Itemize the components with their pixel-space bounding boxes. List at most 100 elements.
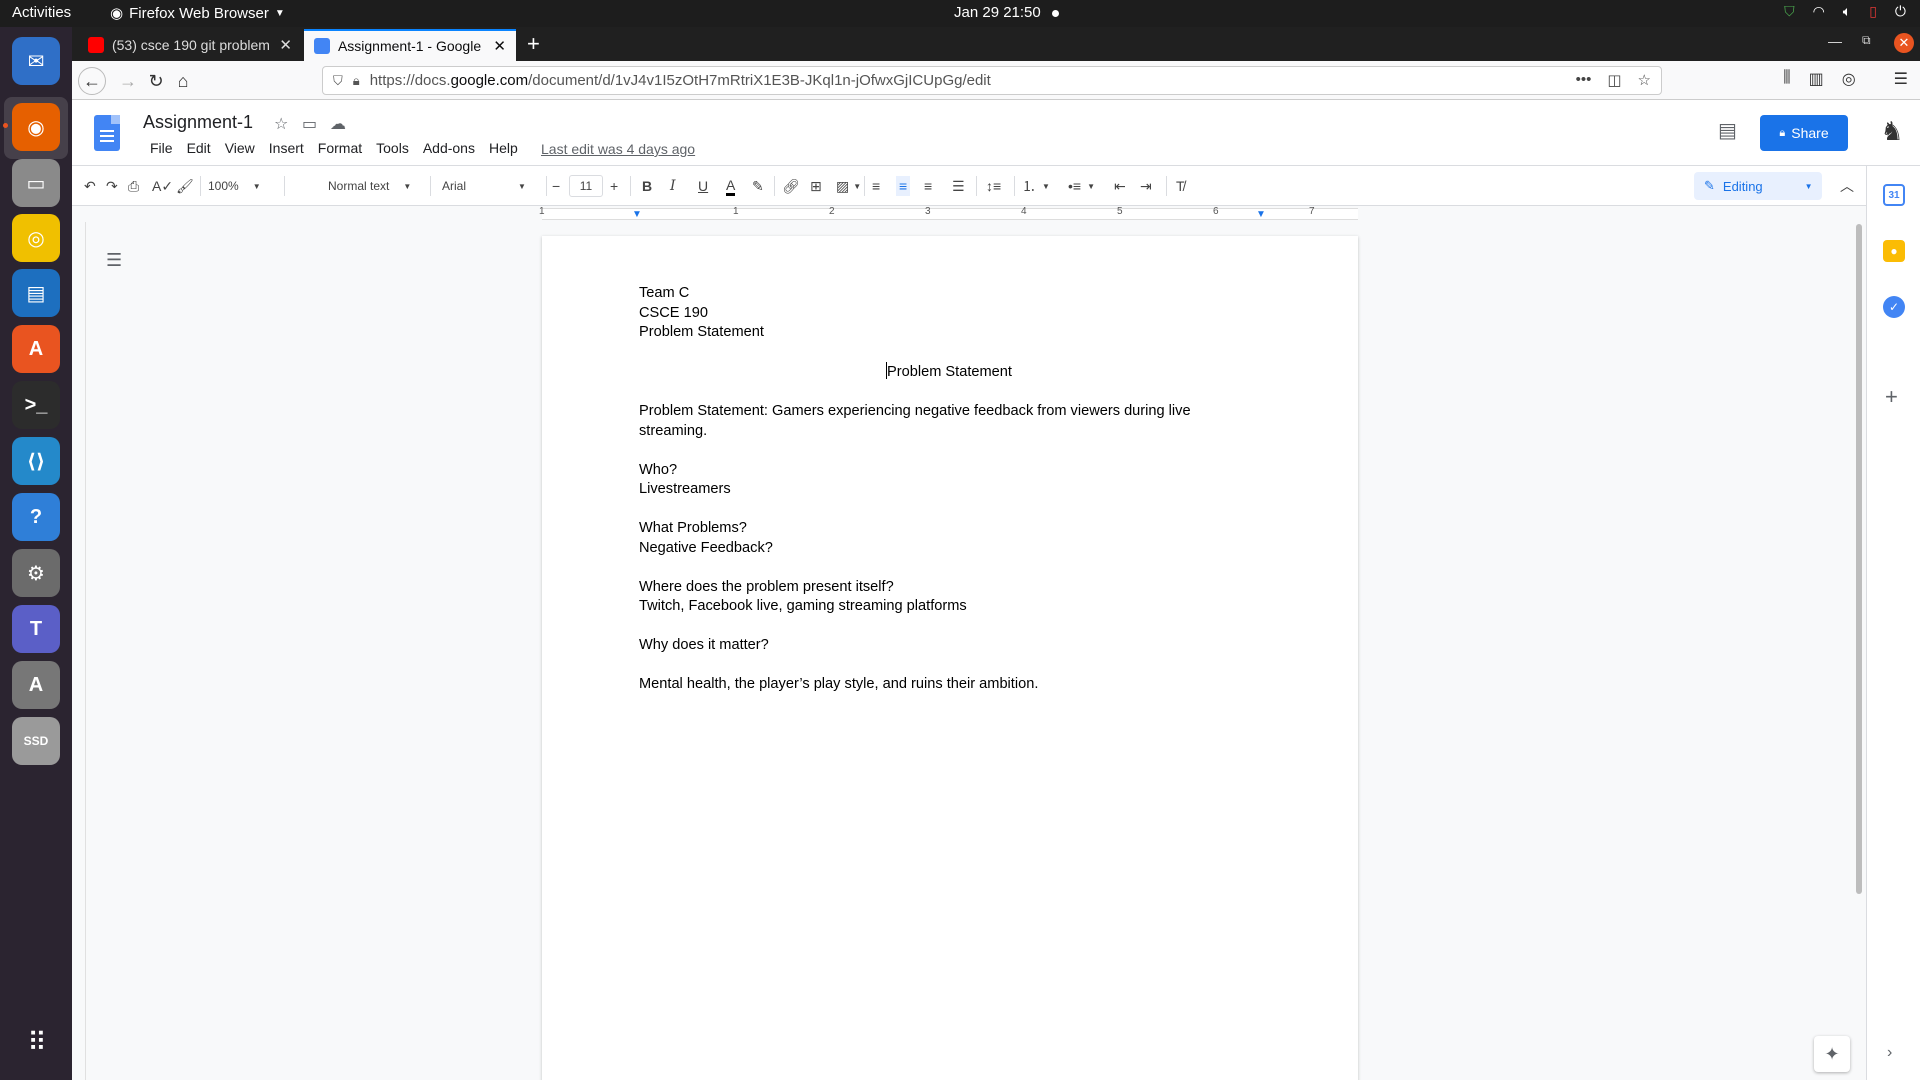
clock[interactable]: Jan 29 21:50 <box>954 4 1041 21</box>
battery-icon[interactable]: ▯ <box>1869 3 1877 20</box>
font-family-select[interactable]: Arial ▼ <box>442 176 542 196</box>
restore-button[interactable]: ⧉ <box>1862 33 1871 48</box>
paragraph-style-select[interactable]: Normal text ▼ <box>328 176 428 196</box>
minimize-button[interactable]: — <box>1828 33 1842 49</box>
paragraph-team[interactable]: Team C <box>639 284 1259 304</box>
docs-logo-icon[interactable] <box>94 115 120 151</box>
justify-icon[interactable]: ☰ <box>952 176 965 196</box>
paragraph-who-question[interactable]: Who? <box>639 461 1259 481</box>
horizontal-ruler[interactable]: 1 1 2 3 4 5 6 7 ▼ ▼ <box>72 206 1866 222</box>
paragraph-blank[interactable] <box>639 343 1259 363</box>
library-icon[interactable]: ⫼ <box>1783 69 1790 89</box>
wifi-icon[interactable]: ◠ <box>1813 3 1825 20</box>
text-color-icon[interactable]: A <box>726 176 736 196</box>
url-text[interactable]: https://docs.google.com/document/d/1vJ4v… <box>370 72 991 89</box>
menu-insert[interactable]: Insert <box>262 140 311 156</box>
tasks-icon[interactable]: ✓ <box>1883 296 1905 318</box>
activities-button[interactable]: Activities <box>12 4 71 21</box>
decrease-indent-icon[interactable]: ⇤ <box>1114 176 1126 196</box>
dock-item-libreoffice-writer[interactable]: ▤ <box>12 269 60 317</box>
bulleted-list-icon[interactable]: •≡ ▼ <box>1068 176 1095 196</box>
app-menu[interactable]: ◉ Firefox Web Browser ▼ <box>110 4 285 23</box>
new-tab-button[interactable]: + <box>527 33 540 55</box>
paragraph-what-answer[interactable]: Negative Feedback? <box>639 539 1259 559</box>
dock-item-help[interactable]: ? <box>12 493 60 541</box>
vertical-ruler[interactable] <box>72 222 86 1080</box>
paragraph-why-question[interactable]: Why does it matter? <box>639 636 1259 656</box>
paint-format-icon[interactable]: 🖌︎ <box>176 176 194 196</box>
document-title[interactable]: Assignment-1 <box>143 112 253 133</box>
collapse-panel-icon[interactable]: › <box>1887 1044 1892 1062</box>
paragraph-course[interactable]: CSCE 190 <box>639 304 1259 324</box>
menu-add-ons[interactable]: Add-ons <box>416 140 482 156</box>
avatar[interactable]: ♞ <box>1875 114 1909 148</box>
dock-item-microsoft-teams[interactable]: T <box>12 605 60 653</box>
get-add-ons-icon[interactable]: + <box>1885 384 1898 410</box>
explore-icon[interactable]: ✦ <box>1814 1036 1850 1072</box>
share-button[interactable]: 🔒︎ Share <box>1760 115 1848 151</box>
bold-icon[interactable]: B <box>642 176 652 196</box>
close-icon[interactable]: ✕ <box>493 37 506 55</box>
paragraph-what-question[interactable]: What Problems? <box>639 519 1259 539</box>
window-close-button[interactable]: ✕ <box>1894 33 1914 53</box>
star-icon[interactable]: ☆ <box>274 114 288 134</box>
editing-mode-select[interactable]: ✎ Editing ▼ <box>1694 172 1822 200</box>
paragraph-who-answer[interactable]: Livestreamers <box>639 480 1259 500</box>
italic-icon[interactable]: I <box>670 176 676 196</box>
add-comment-icon[interactable]: ⊞ <box>810 176 822 196</box>
increase-indent-icon[interactable]: ⇥ <box>1140 176 1152 196</box>
power-icon[interactable]: ⏻ <box>1895 3 1906 20</box>
comment-history-icon[interactable]: ▤ <box>1718 118 1737 143</box>
increase-font-size-icon[interactable]: + <box>610 176 618 196</box>
redo-icon[interactable]: ↷ <box>106 176 118 196</box>
paragraph-blank[interactable] <box>639 656 1259 676</box>
menu-icon[interactable]: ☰ <box>1894 69 1908 89</box>
font-size-input[interactable]: 11 <box>569 175 603 197</box>
paragraph-blank[interactable] <box>639 500 1259 520</box>
dock-item-terminal[interactable]: >_ <box>12 381 60 429</box>
document-body[interactable]: Team C CSCE 190 Problem Statement Proble… <box>639 284 1259 695</box>
print-icon[interactable]: ⎙ <box>128 176 139 196</box>
menu-format[interactable]: Format <box>311 140 369 156</box>
page-actions-icon[interactable]: ••• <box>1576 71 1592 89</box>
calendar-icon[interactable]: 31 <box>1883 184 1905 206</box>
decrease-font-size-icon[interactable]: − <box>552 176 560 196</box>
forward-button[interactable]: → <box>116 69 140 93</box>
lock-icon[interactable]: 🔒︎ <box>353 73 360 89</box>
insert-image-icon[interactable]: ▨ ▼ <box>836 176 861 196</box>
volume-icon[interactable]: 🔈︎ <box>1843 3 1851 20</box>
paragraph-blank[interactable] <box>639 617 1259 637</box>
undo-icon[interactable]: ↶ <box>84 176 96 196</box>
show-applications-icon[interactable]: ⠿ <box>22 1027 52 1057</box>
scrollbar[interactable] <box>1852 222 1866 1080</box>
sidebar-icon[interactable]: ▥ <box>1809 69 1824 89</box>
tab-youtube[interactable]: (53) csce 190 git problem ✕ <box>78 29 302 61</box>
system-tray[interactable]: ⛉ ◠ 🔈︎ ▯ ⏻ <box>1784 3 1906 20</box>
menu-edit[interactable]: Edit <box>180 140 218 156</box>
paragraph-blank[interactable] <box>639 441 1259 461</box>
keep-icon[interactable]: ● <box>1883 240 1905 262</box>
hide-menus-icon[interactable]: ︿ <box>1840 176 1854 196</box>
bookmark-star-icon[interactable]: ☆ <box>1638 71 1651 89</box>
menu-tools[interactable]: Tools <box>369 140 416 156</box>
clear-formatting-icon[interactable]: T̸ <box>1176 176 1185 196</box>
scrollbar-thumb[interactable] <box>1856 224 1862 894</box>
paragraph-blank[interactable] <box>639 558 1259 578</box>
paragraph-where-answer[interactable]: Twitch, Facebook live, gaming streaming … <box>639 597 1259 617</box>
dock-item-rhythmbox[interactable]: ◎ <box>12 214 60 262</box>
last-edit-link[interactable]: Last edit was 4 days ago <box>541 141 695 157</box>
document-outline-icon[interactable]: ☰ <box>106 250 122 271</box>
dock-item-visual-studio-code[interactable]: ⟨⟩ <box>12 437 60 485</box>
paragraph-problem-statement[interactable]: Problem Statement: Gamers experiencing n… <box>639 402 1259 441</box>
reload-button[interactable]: ↻ <box>144 69 168 93</box>
home-button[interactable]: ⌂ <box>171 69 195 93</box>
right-indent-marker[interactable]: ▼ <box>1256 209 1266 220</box>
dock-item-ssd[interactable]: SSD <box>12 717 60 765</box>
paragraph-why-answer[interactable]: Mental health, the player’s play style, … <box>639 675 1259 695</box>
align-right-icon[interactable]: ≡ <box>924 176 932 196</box>
paragraph-where-question[interactable]: Where does the problem present itself? <box>639 578 1259 598</box>
shield-icon[interactable]: ⛉ <box>1784 3 1795 20</box>
tab-google-docs[interactable]: Assignment-1 - Google Docs ✕ <box>304 29 516 61</box>
move-folder-icon[interactable]: ▭ <box>302 114 317 134</box>
highlight-color-icon[interactable]: ✎ <box>752 176 764 196</box>
